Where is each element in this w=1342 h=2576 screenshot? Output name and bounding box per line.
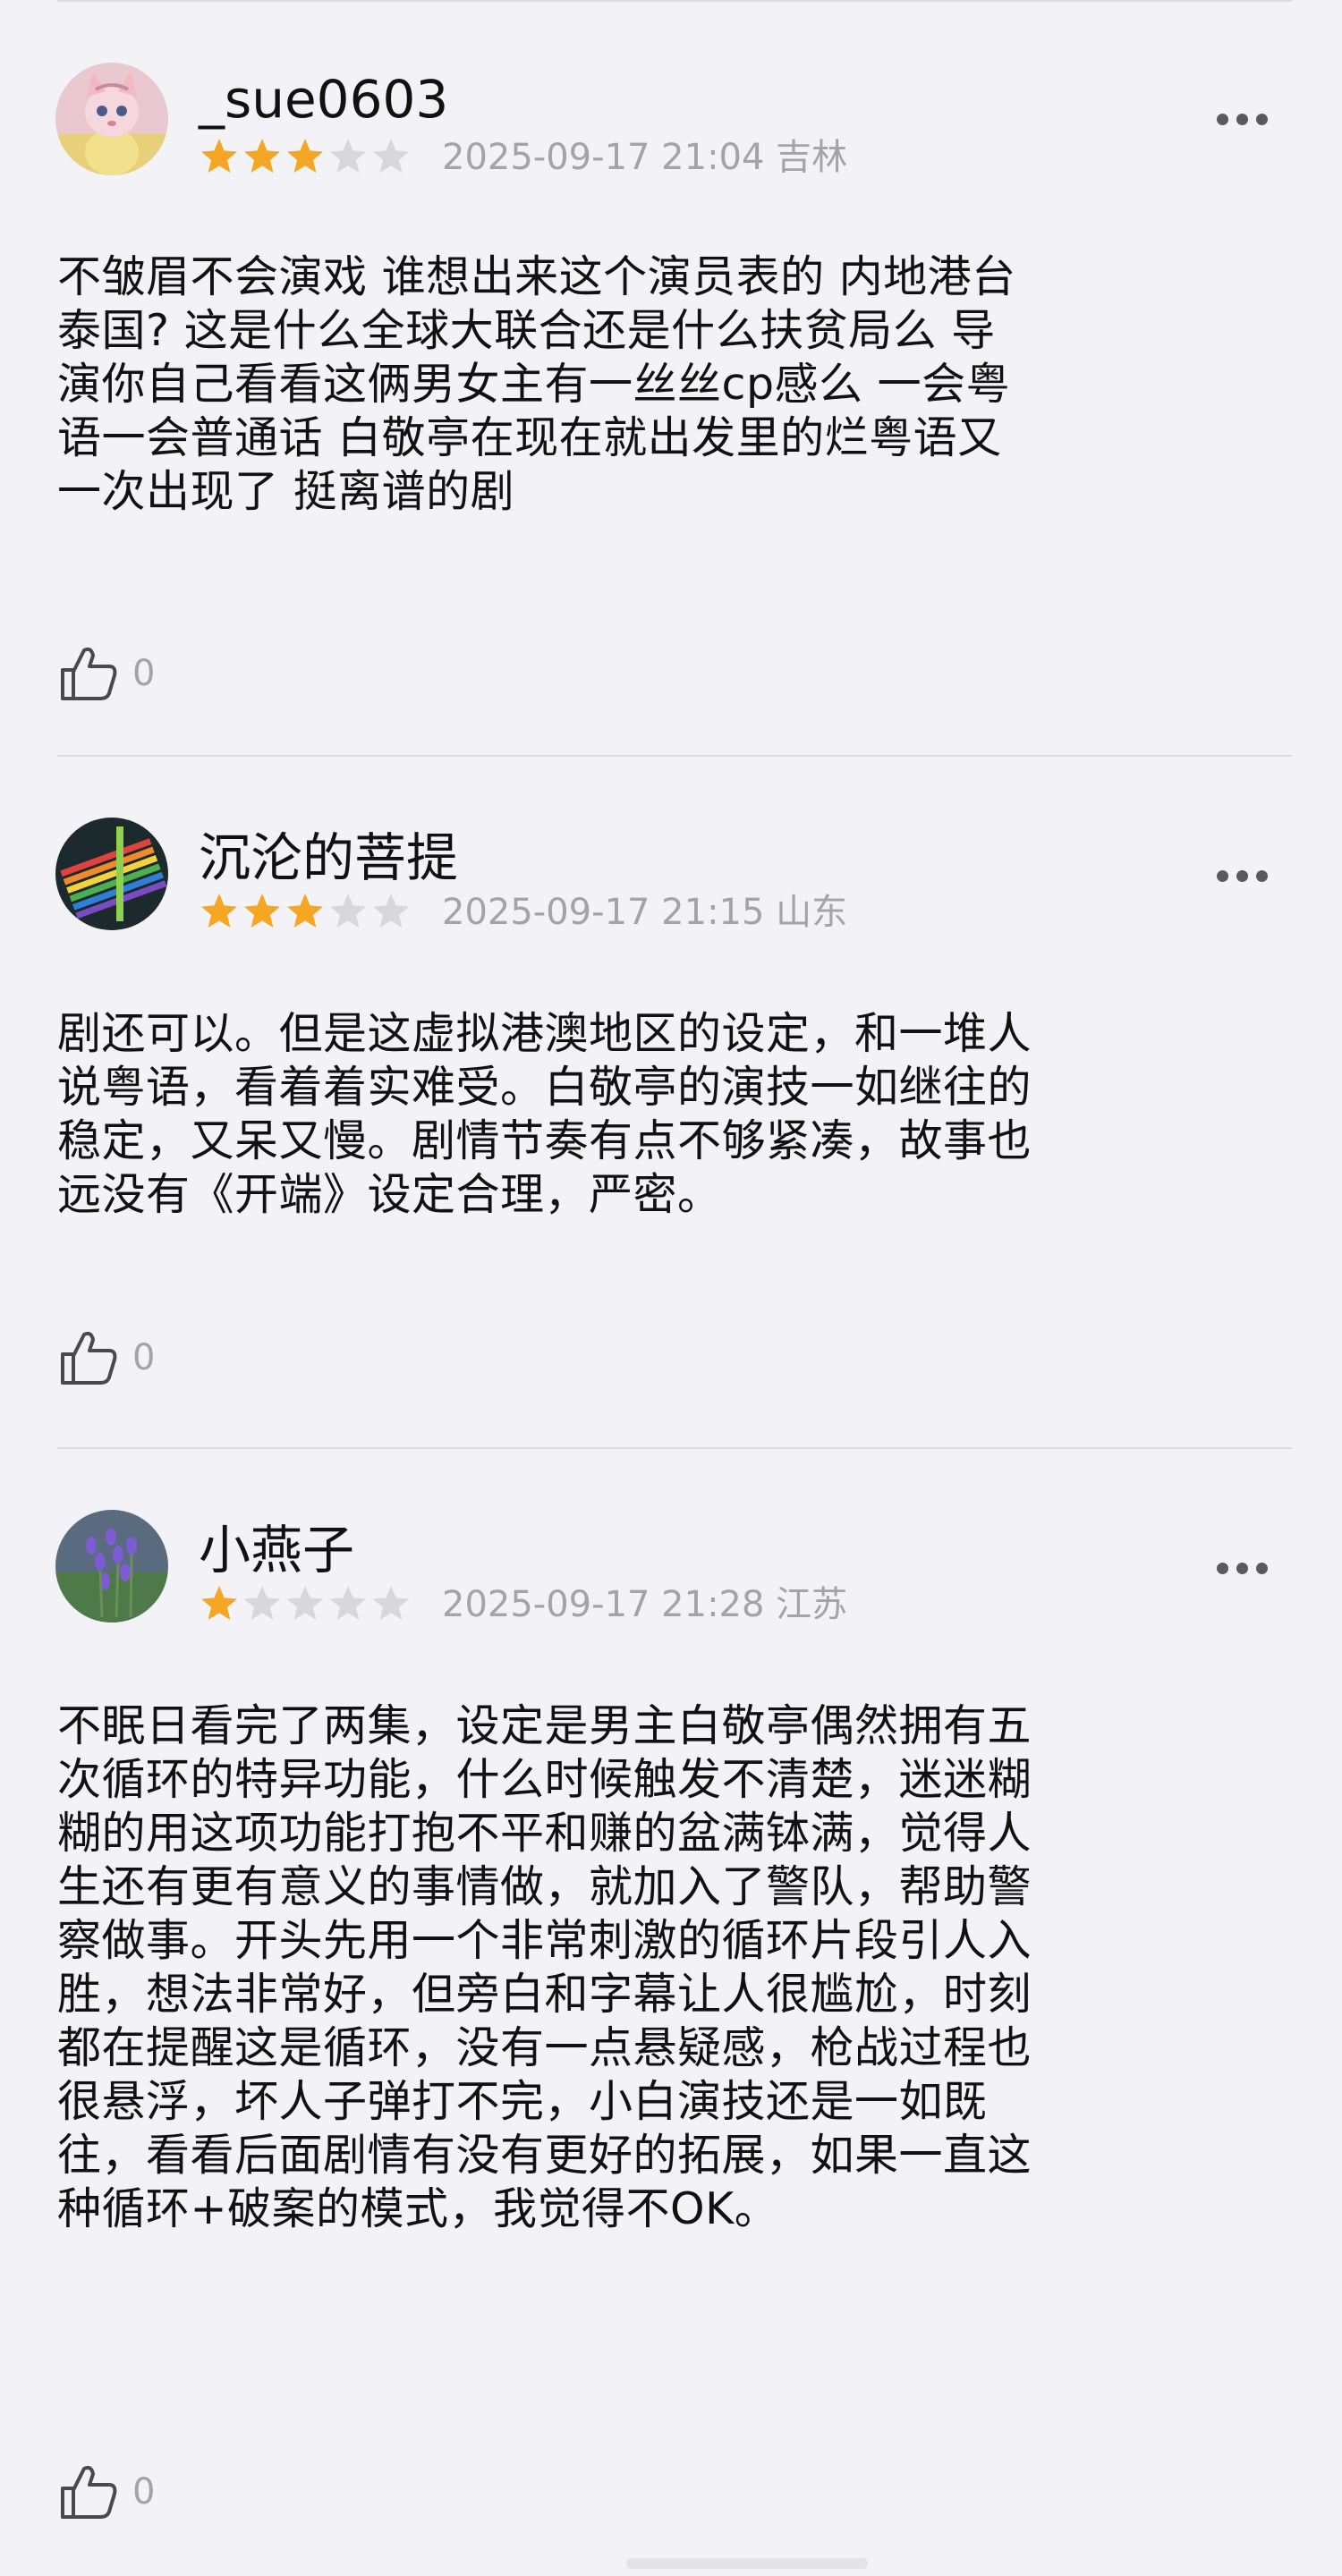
home-indicator [626, 2558, 868, 2569]
more-options-button[interactable] [1217, 1555, 1270, 1581]
review-meta: 2025-09-17 21:15 山东 [442, 891, 847, 934]
star-filled-icon [287, 139, 323, 173]
star-filled-icon [244, 139, 280, 173]
star-filled-icon [287, 894, 323, 928]
more-options-button[interactable] [1217, 862, 1270, 889]
review-divider [57, 1447, 1292, 1449]
avatar[interactable] [55, 818, 168, 930]
more-options-button[interactable] [1217, 106, 1270, 132]
username[interactable]: _sue0603 [199, 70, 448, 129]
avatar[interactable] [55, 1510, 168, 1623]
review-date: 2025-09-17 21:04 [442, 137, 765, 178]
rating-stars [199, 891, 412, 932]
more-dots-icon [1217, 869, 1228, 882]
thumbs-up-icon [61, 647, 117, 700]
review-location: 山东 [776, 892, 848, 933]
username[interactable]: 小燕子 [199, 1521, 354, 1580]
star-filled-icon [244, 894, 280, 928]
more-dots-icon [1217, 1562, 1228, 1574]
thumbs-up-icon [61, 1331, 117, 1385]
like-count: 0 [132, 653, 156, 694]
top-divider [57, 0, 1292, 2]
more-dots-icon [1217, 113, 1228, 125]
star-empty-icon [287, 1586, 323, 1620]
star-filled-icon [201, 1586, 237, 1620]
review-text: 不皱眉不会演戏 谁想出来这个演员表的 内地港台 泰国? 这是什么全球大联合还是什… [57, 251, 1016, 517]
star-filled-icon [201, 139, 237, 173]
like-button[interactable]: 0 [55, 1324, 155, 1392]
star-empty-icon [330, 894, 366, 928]
review-date: 2025-09-17 21:28 [442, 1584, 765, 1625]
rating-stars [199, 1583, 412, 1624]
avatar[interactable] [55, 63, 168, 175]
star-empty-icon [330, 1586, 366, 1620]
rating-stars [199, 136, 412, 177]
star-empty-icon [373, 139, 409, 173]
review-meta: 2025-09-17 21:28 江苏 [442, 1583, 847, 1626]
star-filled-icon [201, 894, 237, 928]
review-text: 剧还可以。但是这虚拟港澳地区的设定，和一堆人 说粤语，看着着实难受。白敬亭的演技… [57, 1008, 1032, 1220]
review-location: 吉林 [776, 137, 848, 178]
star-empty-icon [373, 894, 409, 928]
review-location: 江苏 [776, 1584, 848, 1625]
review-date: 2025-09-17 21:15 [442, 892, 765, 933]
like-count: 0 [132, 1337, 156, 1378]
like-button[interactable]: 0 [55, 640, 155, 708]
star-empty-icon [244, 1586, 280, 1620]
review-divider [57, 755, 1292, 757]
review-text: 不眠日看完了两集，设定是男主白敬亭偶然拥有五 次循环的特异功能，什么时候触发不清… [57, 1700, 1032, 2234]
review-meta: 2025-09-17 21:04 吉林 [442, 136, 847, 179]
like-count: 0 [132, 2471, 156, 2512]
star-empty-icon [373, 1586, 409, 1620]
like-button[interactable]: 0 [55, 2458, 155, 2526]
username[interactable]: 沉沦的菩提 [199, 828, 458, 887]
star-empty-icon [330, 139, 366, 173]
thumbs-up-icon [61, 2465, 117, 2519]
